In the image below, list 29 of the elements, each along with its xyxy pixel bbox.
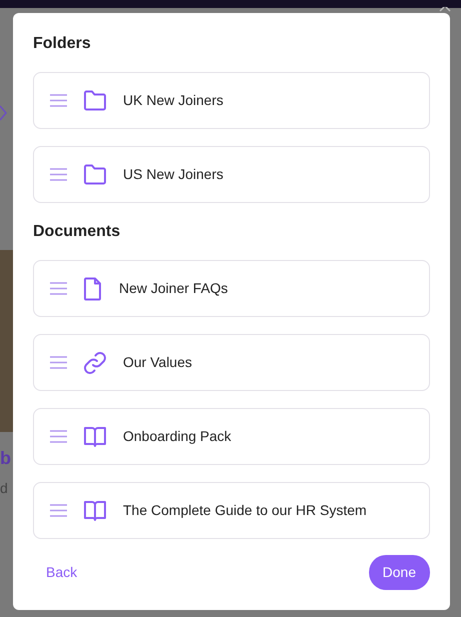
drag-handle-icon[interactable] — [50, 168, 67, 181]
list-item[interactable]: UK New Joiners — [33, 72, 430, 129]
drag-handle-icon[interactable] — [50, 430, 67, 443]
item-label: New Joiner FAQs — [119, 279, 228, 298]
folder-icon — [83, 164, 107, 186]
drag-handle-icon[interactable] — [50, 94, 67, 107]
drag-handle-icon[interactable] — [50, 282, 67, 295]
list-item[interactable]: Our Values — [33, 334, 430, 391]
link-icon — [83, 350, 107, 374]
book-icon — [83, 426, 107, 448]
item-label: Our Values — [123, 353, 192, 372]
item-label: The Complete Guide to our HR System — [123, 501, 367, 520]
list-item[interactable]: New Joiner FAQs — [33, 260, 430, 317]
folder-icon — [83, 90, 107, 112]
card-title: b — [0, 447, 11, 470]
list-item[interactable]: US New Joiners — [33, 146, 430, 203]
item-label: UK New Joiners — [123, 91, 224, 110]
book-icon — [83, 500, 107, 522]
list-item[interactable]: Onboarding Pack — [33, 408, 430, 465]
done-button[interactable]: Done — [368, 555, 430, 590]
document-icon — [83, 276, 103, 300]
item-label: Onboarding Pack — [123, 427, 232, 446]
drag-handle-icon[interactable] — [50, 356, 67, 369]
list-item[interactable]: The Complete Guide to our HR System — [33, 482, 430, 539]
section-heading: Documents — [33, 222, 122, 242]
drag-handle-icon[interactable] — [50, 504, 67, 517]
back-link[interactable]: Back — [33, 558, 90, 587]
item-label: US New Joiners — [123, 165, 224, 184]
section-heading: Folders — [33, 34, 92, 54]
